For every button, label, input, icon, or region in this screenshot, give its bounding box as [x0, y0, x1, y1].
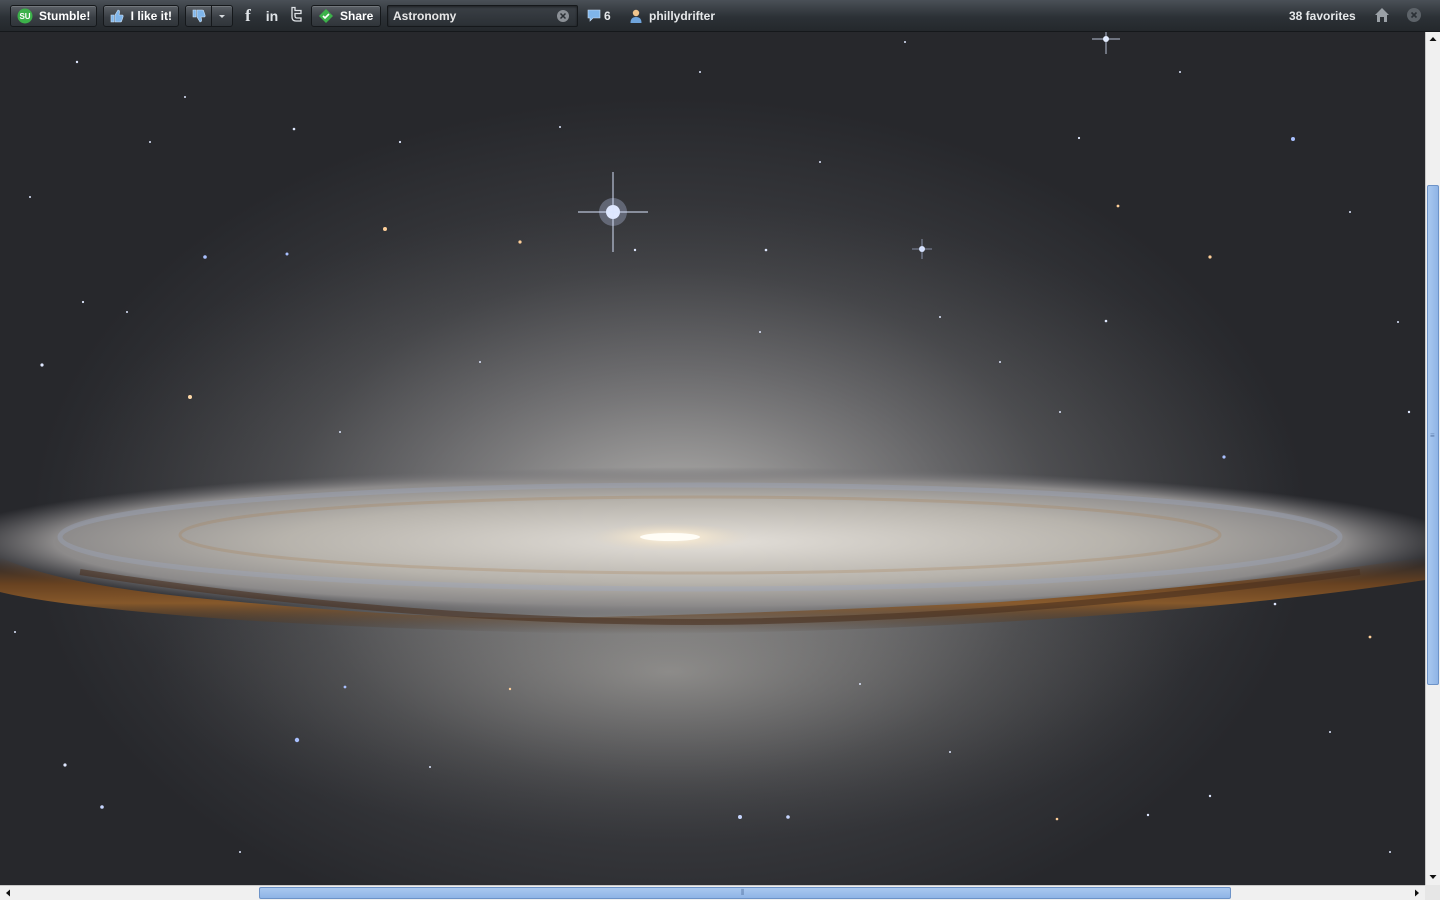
- scrollbar-corner: [1425, 885, 1440, 900]
- scroll-down-arrow-icon[interactable]: [1426, 870, 1439, 883]
- favorites-count[interactable]: 38 favorites: [1289, 9, 1356, 23]
- share-diamond-icon: [318, 8, 334, 24]
- facebook-share-button[interactable]: f: [238, 6, 258, 26]
- stumble-label: Stumble!: [39, 9, 91, 23]
- vertical-scrollbar[interactable]: ≡: [1425, 32, 1440, 885]
- topic-search-field[interactable]: [387, 5, 578, 27]
- clear-search-icon[interactable]: [557, 10, 569, 22]
- linkedin-icon: in: [265, 8, 279, 24]
- comments-icon[interactable]: [586, 8, 602, 24]
- home-icon[interactable]: [1374, 7, 1390, 23]
- chevron-down-icon: [216, 8, 228, 24]
- dislike-button[interactable]: [185, 5, 212, 27]
- stumbleupon-toolbar: SU Stumble! I like it! f in Share Astron…: [0, 0, 1440, 32]
- share-button[interactable]: Share: [311, 5, 381, 27]
- dislike-options-dropdown[interactable]: [211, 5, 233, 27]
- scroll-up-arrow-icon[interactable]: [1426, 32, 1439, 45]
- thumbs-up-icon: [110, 8, 125, 24]
- scroll-right-arrow-icon[interactable]: [1410, 886, 1423, 899]
- comments-count[interactable]: 6: [604, 9, 611, 23]
- twitter-icon: [288, 6, 304, 26]
- galaxy-photo: [0, 32, 1425, 885]
- vertical-scroll-thumb[interactable]: ≡: [1427, 185, 1439, 685]
- thumbs-down-icon: [192, 8, 206, 24]
- horizontal-scrollbar[interactable]: ⦀: [0, 885, 1425, 900]
- grip-icon: ≡: [1430, 431, 1435, 440]
- bright-star: [1092, 32, 1120, 54]
- topic-search-input[interactable]: [388, 6, 553, 26]
- galaxy-image: [0, 32, 1425, 853]
- stumbleupon-logo-icon: SU: [17, 8, 33, 24]
- svg-text:SU: SU: [19, 12, 30, 21]
- horizontal-scroll-thumb[interactable]: ⦀: [259, 887, 1231, 899]
- username-link[interactable]: phillydrifter: [649, 9, 715, 23]
- share-label: Share: [340, 9, 374, 23]
- close-toolbar-icon[interactable]: [1407, 8, 1421, 22]
- scroll-left-arrow-icon[interactable]: [1, 886, 14, 899]
- stumble-button[interactable]: SU Stumble!: [10, 5, 97, 27]
- grip-icon: ⦀: [741, 888, 745, 897]
- facebook-icon: f: [245, 6, 251, 25]
- like-label: I like it!: [130, 9, 172, 23]
- user-icon: [629, 8, 643, 24]
- like-button[interactable]: I like it!: [103, 5, 179, 27]
- twitter-share-button[interactable]: [286, 6, 306, 26]
- linkedin-share-button[interactable]: in: [262, 6, 282, 26]
